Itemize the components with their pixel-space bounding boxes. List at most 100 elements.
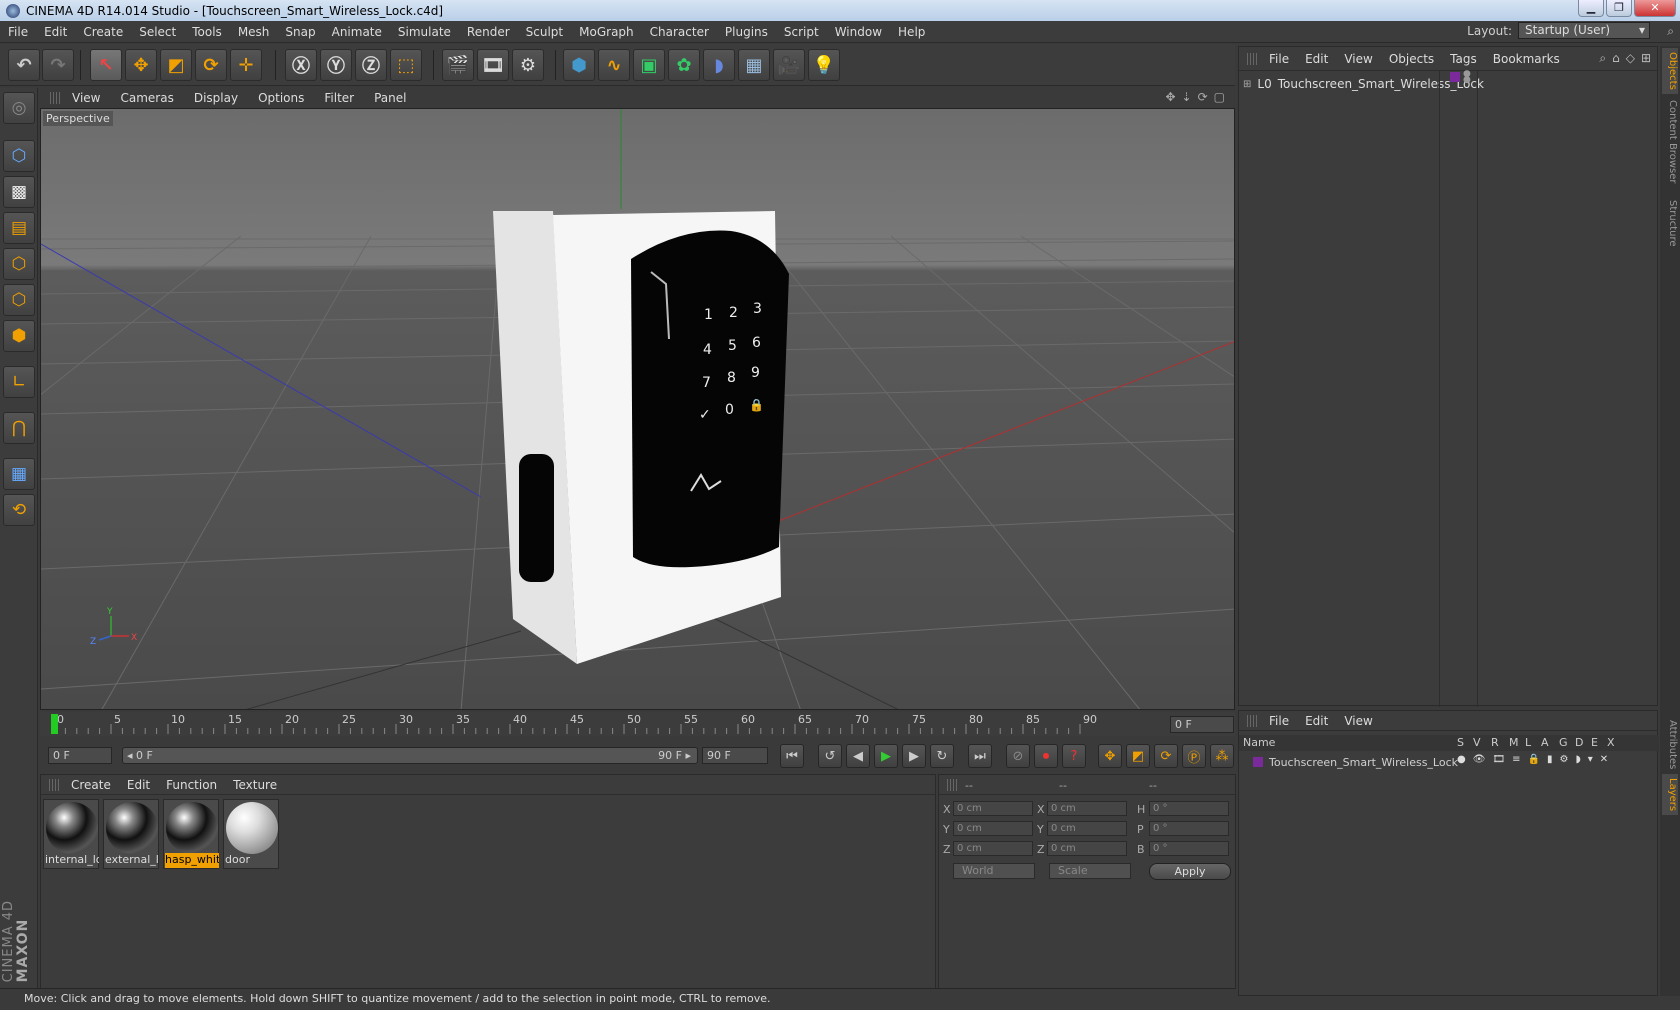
spline-icon[interactable]: ∿ bbox=[598, 49, 630, 81]
menu-plugins[interactable]: Plugins bbox=[725, 25, 768, 39]
col-name[interactable]: Name bbox=[1243, 736, 1275, 749]
size-x-field[interactable]: 0 cm bbox=[1047, 801, 1127, 816]
undo-icon[interactable]: ↶ bbox=[8, 49, 40, 81]
apply-button[interactable]: Apply bbox=[1149, 863, 1231, 880]
object-search-icon[interactable]: ⌕ bbox=[1599, 51, 1606, 66]
object-menu-edit[interactable]: Edit bbox=[1305, 52, 1328, 66]
col-animation[interactable]: A bbox=[1541, 736, 1549, 749]
deformer-flag-icon[interactable]: ◗ bbox=[1575, 754, 1580, 765]
material-menu-create[interactable]: Create bbox=[71, 778, 111, 792]
go-to-end-icon[interactable]: ⏭ bbox=[968, 744, 992, 768]
pos-x-field[interactable]: 0 cm bbox=[953, 801, 1033, 816]
array-icon[interactable]: ✿ bbox=[668, 49, 700, 81]
tab-attributes[interactable]: Attributes bbox=[1662, 716, 1678, 773]
soft-selection-icon[interactable]: ⟲ bbox=[3, 494, 35, 526]
layer-name[interactable]: Touchscreen_Smart_Wireless_Lock bbox=[1269, 756, 1458, 769]
menu-help[interactable]: Help bbox=[898, 25, 925, 39]
expand-icon[interactable]: ⊞ bbox=[1243, 79, 1251, 90]
layer-menu-view[interactable]: View bbox=[1344, 714, 1372, 728]
coordinate-space-dropdown[interactable]: World bbox=[953, 863, 1035, 879]
frame-range-slider[interactable]: ◂ 0 F 90 F ▸ bbox=[122, 747, 698, 764]
layout-dropdown[interactable]: Startup (User) bbox=[1518, 22, 1650, 39]
menu-window[interactable]: Window bbox=[835, 25, 882, 39]
render-picture-viewer-icon[interactable]: 🎞 bbox=[477, 49, 509, 81]
viewport-menu-options[interactable]: Options bbox=[258, 91, 304, 105]
visibility-dots-icon[interactable]: ● ● bbox=[1463, 70, 1471, 85]
start-frame-field[interactable]: 0 F bbox=[48, 747, 112, 764]
orbit-icon[interactable]: ⟳ bbox=[1198, 90, 1208, 104]
previous-key-icon[interactable]: ↺ bbox=[818, 744, 842, 768]
workplane-lock-icon[interactable]: ▦ bbox=[3, 458, 35, 490]
rot-b-field[interactable]: 0 ° bbox=[1149, 841, 1229, 856]
lock-icon[interactable]: 🔒 bbox=[1528, 754, 1540, 765]
coordinates-panel-grip[interactable] bbox=[947, 778, 957, 791]
col-expressions[interactable]: E bbox=[1591, 736, 1598, 749]
menu-create[interactable]: Create bbox=[83, 25, 123, 39]
object-menu-tags[interactable]: Tags bbox=[1450, 52, 1477, 66]
render-icon[interactable]: 🎞 bbox=[1492, 754, 1505, 765]
material-menu-edit[interactable]: Edit bbox=[127, 778, 150, 792]
size-y-field[interactable]: 0 cm bbox=[1047, 821, 1127, 836]
dolly-icon[interactable]: ⇣ bbox=[1182, 90, 1192, 104]
recent-tool-icon[interactable]: ✛ bbox=[230, 49, 262, 81]
live-selection-icon[interactable]: ↖ bbox=[90, 49, 122, 81]
object-menu-objects[interactable]: Objects bbox=[1389, 52, 1434, 66]
z-axis-lock-icon[interactable]: Ⓩ bbox=[355, 49, 387, 81]
x-axis-lock-icon[interactable]: Ⓧ bbox=[285, 49, 317, 81]
floor-environment-icon[interactable]: ▦ bbox=[738, 49, 770, 81]
tab-layers[interactable]: Layers bbox=[1662, 774, 1678, 816]
viewport-menu-view[interactable]: View bbox=[72, 91, 100, 105]
rotate-icon[interactable]: ⟳ bbox=[195, 49, 227, 81]
manager-icon[interactable]: ≡ bbox=[1512, 754, 1520, 765]
pos-z-field[interactable]: 0 cm bbox=[953, 841, 1033, 856]
col-solo[interactable]: S bbox=[1457, 736, 1464, 749]
viewport-menu-cameras[interactable]: Cameras bbox=[120, 91, 173, 105]
menu-render[interactable]: Render bbox=[467, 25, 510, 39]
generator-flag-icon[interactable]: ⚙ bbox=[1560, 754, 1569, 765]
pos-y-field[interactable]: 0 cm bbox=[953, 821, 1033, 836]
restore-button[interactable]: ❐ bbox=[1606, 0, 1632, 17]
object-menu-file[interactable]: File bbox=[1269, 52, 1289, 66]
material-swatch[interactable]: external_lo bbox=[103, 799, 159, 869]
viewport-menu-panel[interactable]: Panel bbox=[374, 91, 406, 105]
panel-grip[interactable] bbox=[50, 92, 60, 104]
coordinate-mode-dropdown[interactable]: Scale bbox=[1049, 863, 1131, 879]
search-icon[interactable]: ⌕ bbox=[1667, 24, 1674, 39]
texture-mode-icon[interactable]: ▩ bbox=[3, 176, 35, 208]
render-settings-icon[interactable]: ⚙ bbox=[512, 49, 544, 81]
model-mode-icon[interactable]: ⬡ bbox=[3, 140, 35, 172]
menu-edit[interactable]: Edit bbox=[44, 25, 67, 39]
viewport-menu-filter[interactable]: Filter bbox=[324, 91, 354, 105]
minimize-button[interactable]: ▁ bbox=[1578, 0, 1604, 17]
col-manager[interactable]: M bbox=[1509, 736, 1519, 749]
menu-snap[interactable]: Snap bbox=[285, 25, 315, 39]
layer-row[interactable]: Touchscreen_Smart_Wireless_Lock bbox=[1253, 754, 1458, 770]
polygons-mode-icon[interactable]: ⬢ bbox=[3, 320, 35, 352]
menu-script[interactable]: Script bbox=[784, 25, 819, 39]
end-frame-field[interactable]: 90 F bbox=[702, 747, 768, 764]
material-menu-function[interactable]: Function bbox=[166, 778, 217, 792]
snap-magnet-icon[interactable]: ⋂ bbox=[3, 412, 35, 444]
go-to-start-icon[interactable]: ⏮ bbox=[780, 744, 804, 768]
previous-frame-icon[interactable]: ◀ bbox=[846, 744, 870, 768]
key-scale-icon[interactable]: ◩ bbox=[1126, 744, 1150, 768]
animation-icon[interactable]: ▮ bbox=[1547, 754, 1553, 765]
menu-tools[interactable]: Tools bbox=[192, 25, 222, 39]
key-rotation-icon[interactable]: ⟳ bbox=[1154, 744, 1178, 768]
workplane-mode-icon[interactable]: ▤ bbox=[3, 212, 35, 244]
material-panel-grip[interactable] bbox=[49, 778, 59, 791]
layer-color-swatch[interactable] bbox=[1450, 72, 1460, 82]
record-keys-icon[interactable]: ⏺ bbox=[1034, 744, 1058, 768]
key-position-icon[interactable]: ✥ bbox=[1098, 744, 1122, 768]
pan-icon[interactable]: ✥ bbox=[1165, 90, 1175, 104]
menu-animate[interactable]: Animate bbox=[332, 25, 382, 39]
next-frame-icon[interactable]: ▶ bbox=[902, 744, 926, 768]
camera-icon[interactable]: 🎥 bbox=[773, 49, 805, 81]
axis-mode-icon[interactable]: ∟ bbox=[3, 366, 35, 398]
col-generators[interactable]: G bbox=[1559, 736, 1568, 749]
object-menu-bookmarks[interactable]: Bookmarks bbox=[1493, 52, 1560, 66]
move-icon[interactable]: ✥ bbox=[125, 49, 157, 81]
layer-color-swatch[interactable] bbox=[1253, 757, 1263, 767]
hierarchy-icon[interactable]: ◇ bbox=[1626, 51, 1635, 66]
play-icon[interactable]: ▶ bbox=[874, 744, 898, 768]
